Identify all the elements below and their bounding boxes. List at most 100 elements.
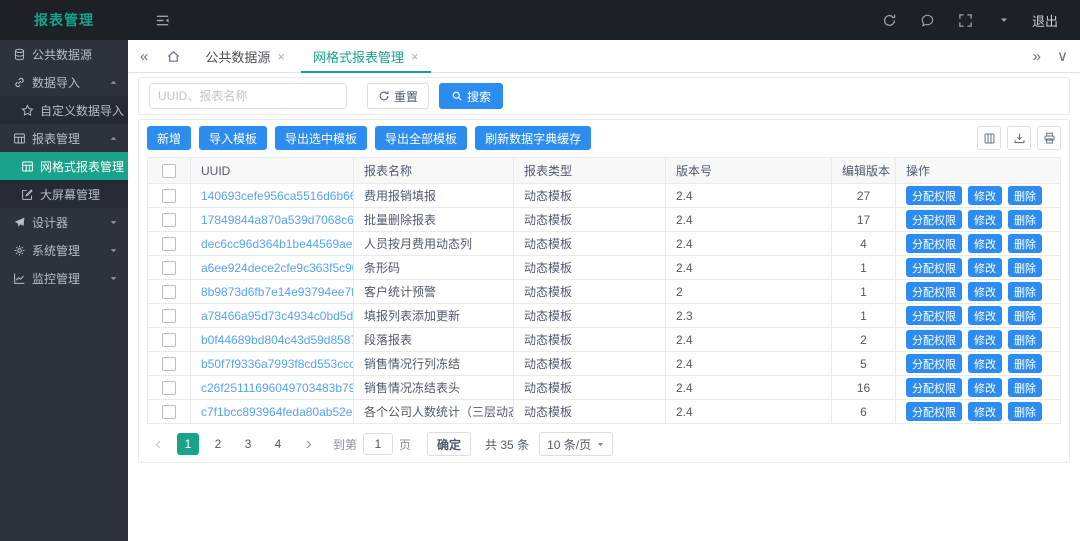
sidebar-item-0[interactable]: 公共数据源 [0, 40, 128, 68]
tab-close-icon[interactable]: × [277, 49, 285, 64]
sidebar-item-7[interactable]: 系统管理 [0, 236, 128, 264]
modify-button[interactable]: 修改 [968, 402, 1002, 421]
delete-button[interactable]: 删除 [1008, 330, 1042, 349]
delete-button[interactable]: 删除 [1008, 186, 1042, 205]
sidebar-item-5[interactable]: 大屏幕管理 [0, 180, 128, 208]
export-button[interactable] [1007, 126, 1031, 150]
toolbar-button-1[interactable]: 导入模板 [199, 126, 267, 150]
delete-button[interactable]: 删除 [1008, 210, 1042, 229]
search-input[interactable] [149, 83, 347, 109]
delete-button[interactable]: 删除 [1008, 354, 1042, 373]
tab-close-icon[interactable]: × [411, 49, 419, 64]
user-menu-caret-icon[interactable] [996, 12, 1012, 28]
row-checkbox[interactable] [162, 261, 176, 275]
columns-icon [983, 132, 996, 145]
refresh-icon[interactable] [882, 12, 898, 28]
delete-button[interactable]: 删除 [1008, 234, 1042, 253]
sidebar-item-6[interactable]: 设计器 [0, 208, 128, 236]
columns-button[interactable] [977, 126, 1001, 150]
assign-permission-button[interactable]: 分配权限 [906, 210, 962, 229]
page-next-button[interactable] [297, 433, 319, 455]
delete-button[interactable]: 删除 [1008, 282, 1042, 301]
row-checkbox[interactable] [162, 357, 176, 371]
assign-permission-button[interactable]: 分配权限 [906, 186, 962, 205]
assign-permission-button[interactable]: 分配权限 [906, 354, 962, 373]
fullscreen-icon[interactable] [958, 12, 974, 28]
modify-button[interactable]: 修改 [968, 378, 1002, 397]
modify-button[interactable]: 修改 [968, 234, 1002, 253]
tab-item-0[interactable]: 公共数据源× [191, 40, 299, 72]
row-checkbox[interactable] [162, 285, 176, 299]
delete-button[interactable]: 删除 [1008, 402, 1042, 421]
toolbar-button-4[interactable]: 刷新数据字典缓存 [475, 126, 591, 150]
uuid-link[interactable]: 17849844a870a539d7068c6d3... [201, 213, 354, 227]
toolbar-button-2[interactable]: 导出选中模板 [275, 126, 367, 150]
assign-permission-button[interactable]: 分配权限 [906, 306, 962, 325]
sidebar-item-4[interactable]: 网格式报表管理 [0, 152, 128, 180]
reset-button[interactable]: 重置 [367, 83, 429, 109]
toolbar-button-0[interactable]: 新增 [147, 126, 191, 150]
tab-item-1[interactable]: 网格式报表管理× [299, 40, 433, 72]
select-all-checkbox[interactable] [162, 164, 176, 178]
toolbar-button-3[interactable]: 导出全部模板 [375, 126, 467, 150]
modify-button[interactable]: 修改 [968, 354, 1002, 373]
assign-permission-button[interactable]: 分配权限 [906, 330, 962, 349]
tabs-scroll-right-icon[interactable]: » [1033, 47, 1041, 65]
sidebar-item-1[interactable]: 数据导入 [0, 68, 128, 96]
tabs-menu-icon[interactable]: ∨ [1057, 47, 1068, 65]
assign-permission-button[interactable]: 分配权限 [906, 234, 962, 253]
uuid-link[interactable]: dec6cc96d364b1be44569ae18... [201, 237, 354, 251]
delete-button[interactable]: 删除 [1008, 306, 1042, 325]
page-button-4[interactable]: 4 [267, 433, 289, 455]
row-checkbox[interactable] [162, 213, 176, 227]
modify-button[interactable]: 修改 [968, 306, 1002, 325]
row-checkbox[interactable] [162, 309, 176, 323]
sidebar-item-8[interactable]: 监控管理 [0, 264, 128, 292]
page-button-1[interactable]: 1 [177, 433, 199, 455]
uuid-link[interactable]: a78466a95d73c4934c0bd5d11... [201, 309, 354, 323]
row-checkbox[interactable] [162, 405, 176, 419]
uuid-link[interactable]: a6ee924dece2cfe9c363f5c902... [201, 261, 354, 275]
row-checkbox[interactable] [162, 381, 176, 395]
sidebar-item-3[interactable]: 报表管理 [0, 124, 128, 152]
delete-button[interactable]: 删除 [1008, 258, 1042, 277]
uuid-link[interactable]: b50f7f9336a7993f8cd553ccc22... [201, 357, 354, 371]
row-checkbox[interactable] [162, 333, 176, 347]
search-button[interactable]: 搜索 [439, 83, 503, 109]
print-button[interactable] [1037, 126, 1061, 150]
delete-button[interactable]: 删除 [1008, 378, 1042, 397]
modify-button[interactable]: 修改 [968, 186, 1002, 205]
modify-button[interactable]: 修改 [968, 330, 1002, 349]
menu-fold-icon[interactable] [154, 12, 170, 28]
confirm-button[interactable]: 确定 [427, 432, 471, 456]
page-size-select[interactable]: 10 条/页 [539, 432, 613, 456]
sidebar-item-2[interactable]: 自定义数据导入 [0, 96, 128, 124]
assign-permission-button[interactable]: 分配权限 [906, 258, 962, 277]
table-row-2: dec6cc96d364b1be44569ae18...人员按月费用动态列动态模… [148, 232, 1061, 256]
uuid-link[interactable]: c7f1bcc893964feda80ab52ee0... [201, 405, 354, 419]
home-icon[interactable] [166, 49, 181, 64]
assign-permission-button[interactable]: 分配权限 [906, 378, 962, 397]
report-type-cell: 动态模板 [514, 352, 666, 376]
uuid-link[interactable]: 8b9873d6fb7e14e93794ee7fc1... [201, 285, 354, 299]
modify-button[interactable]: 修改 [968, 210, 1002, 229]
modify-button[interactable]: 修改 [968, 282, 1002, 301]
page-button-3[interactable]: 3 [237, 433, 259, 455]
page-button-2[interactable]: 2 [207, 433, 229, 455]
modify-button[interactable]: 修改 [968, 258, 1002, 277]
uuid-link[interactable]: 140693cefe956ca5516d6b66e2... [201, 189, 354, 203]
reset-refresh-icon [378, 90, 390, 102]
row-checkbox[interactable] [162, 189, 176, 203]
edit-version-cell: 6 [832, 400, 896, 424]
assign-permission-button[interactable]: 分配权限 [906, 282, 962, 301]
row-checkbox[interactable] [162, 237, 176, 251]
tabs-collapse-left-icon[interactable]: « [140, 48, 148, 65]
goto-page-input[interactable] [363, 433, 393, 455]
logout-button[interactable]: 退出 [1032, 11, 1058, 30]
uuid-link[interactable]: b0f44689bd804c43d59d85871a... [201, 333, 354, 347]
page-prev-button[interactable] [147, 433, 169, 455]
assign-permission-button[interactable]: 分配权限 [906, 402, 962, 421]
version-cell: 2.4 [666, 328, 832, 352]
message-icon[interactable] [920, 12, 936, 28]
uuid-link[interactable]: c26f25111696049703483b7915... [201, 381, 354, 395]
